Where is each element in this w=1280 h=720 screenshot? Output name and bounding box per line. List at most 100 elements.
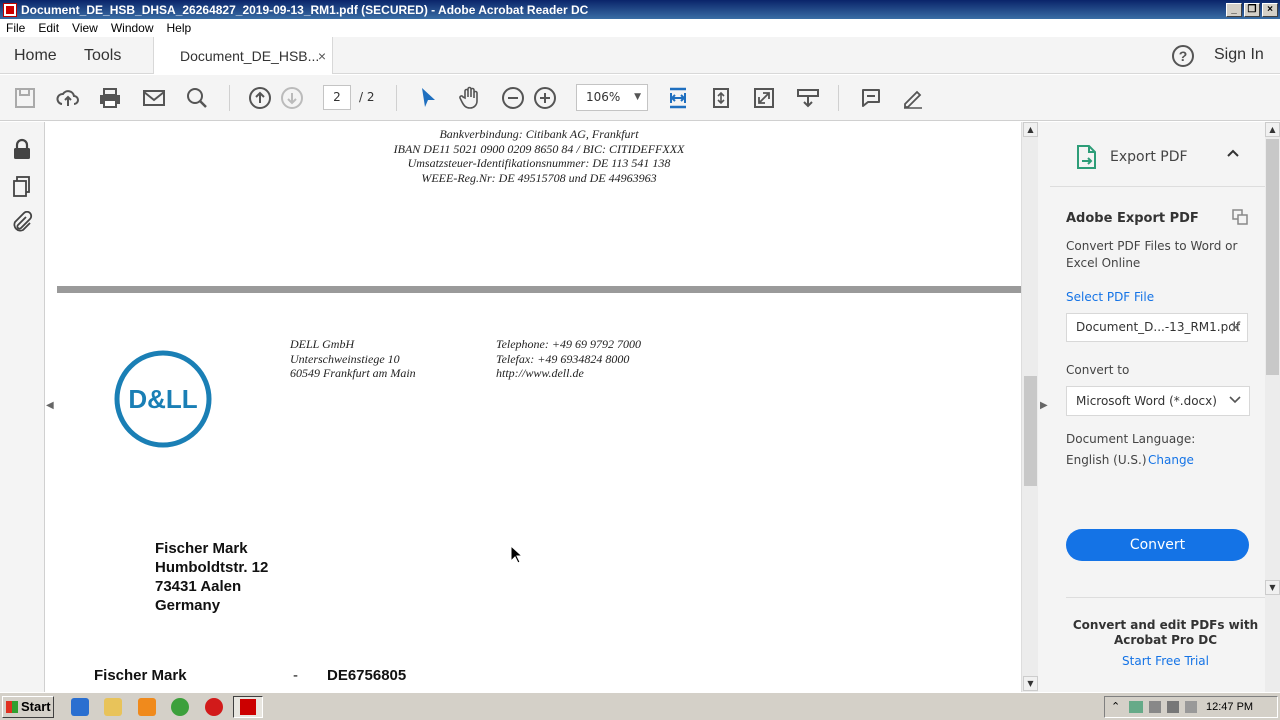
scroll-up-icon[interactable]: ▲: [1265, 122, 1280, 137]
sign-in-link[interactable]: Sign In: [1214, 46, 1264, 64]
chevron-up-icon[interactable]: [1226, 146, 1240, 162]
company-name: DELL GmbH: [290, 337, 355, 351]
ie-icon[interactable]: [71, 698, 89, 716]
export-pdf-title: Export PDF: [1110, 149, 1188, 165]
opera-icon[interactable]: [205, 698, 223, 716]
zoom-out-icon[interactable]: [501, 86, 525, 110]
acrobat-icon: [240, 699, 256, 715]
change-language-link[interactable]: Change: [1148, 453, 1194, 467]
update-icon[interactable]: [1149, 701, 1161, 713]
menu-edit[interactable]: Edit: [32, 21, 66, 35]
volume-icon[interactable]: [1167, 701, 1179, 713]
export-pdf-icon: [1076, 144, 1098, 170]
fullscreen-icon[interactable]: [752, 86, 776, 110]
promo-text: Convert and edit PDFs with Acrobat Pro D…: [1072, 618, 1259, 647]
power-icon[interactable]: [1185, 701, 1197, 713]
chevron-down-icon: ▼: [634, 92, 641, 102]
left-rail: [0, 122, 45, 692]
clear-file-icon[interactable]: ×: [1229, 314, 1242, 341]
tab-home[interactable]: Home: [14, 47, 57, 65]
page-number-input[interactable]: 2: [323, 85, 351, 110]
toolbar-separator: [838, 85, 839, 111]
windows-flag-icon: [6, 701, 18, 713]
save-icon[interactable]: [13, 86, 37, 110]
document-viewport[interactable]: Bankverbindung: Citibank AG, Frankfurt I…: [57, 122, 1021, 692]
export-pdf-panel: Export PDF Adobe Export PDF Convert PDF …: [1050, 122, 1265, 692]
collapse-left-rail-icon[interactable]: ◀: [46, 400, 54, 411]
print-icon[interactable]: [98, 86, 122, 110]
search-icon[interactable]: [185, 86, 209, 110]
company-contact: Telephone: +49 69 9792 7000 Telefax: +49…: [496, 337, 641, 381]
start-free-trial-link[interactable]: Start Free Trial: [1066, 654, 1265, 668]
close-window-button[interactable]: ×: [1262, 2, 1278, 17]
zoom-select[interactable]: 106% ▼: [576, 84, 648, 111]
chevron-down-icon: [1229, 387, 1241, 415]
attachment-icon[interactable]: [11, 210, 33, 233]
pages-icon[interactable]: [11, 175, 33, 197]
title-bar: Document_DE_HSB_DHSA_26264827_2019-09-13…: [0, 0, 1280, 19]
close-tab-icon[interactable]: ×: [318, 48, 326, 64]
copy-icon[interactable]: [1232, 209, 1248, 225]
tab-tools[interactable]: Tools: [84, 47, 121, 65]
scroll-up-icon[interactable]: ▲: [1023, 122, 1038, 137]
menu-view[interactable]: View: [66, 21, 105, 35]
scroll-thumb[interactable]: [1024, 376, 1037, 486]
recipient-name: Fischer Mark: [155, 540, 248, 557]
dell-logo-text: D&LL: [128, 384, 197, 414]
upgrade-promo: Convert and edit PDFs with Acrobat Pro D…: [1066, 597, 1265, 692]
menu-window[interactable]: Window: [105, 21, 161, 35]
zoom-in-icon[interactable]: [533, 86, 557, 110]
menu-bar: File Edit View Window Help: [0, 19, 1280, 37]
network-icon[interactable]: [1129, 701, 1143, 713]
upload-icon[interactable]: [56, 86, 80, 110]
reference-number: DE6756805: [327, 667, 407, 684]
recipient-city: 73431 Aalen: [155, 578, 242, 595]
reference-name: Fischer Mark: [94, 667, 187, 684]
comment-icon[interactable]: [859, 86, 883, 110]
start-label: Start: [21, 699, 51, 714]
fit-width-icon[interactable]: [666, 86, 690, 110]
acrobat-task-button[interactable]: [233, 696, 263, 718]
scroll-down-icon[interactable]: ▼: [1023, 676, 1038, 691]
footer-iban: IBAN DE11 5021 0900 0209 8650 84 / BIC: …: [393, 141, 685, 156]
footer-weee: WEEE-Reg.Nr: DE 49515708 und DE 44963963: [421, 170, 657, 185]
convert-button[interactable]: Convert: [1066, 529, 1249, 561]
right-panel-toggle[interactable]: ▶: [1038, 122, 1050, 692]
media-player-icon[interactable]: [138, 698, 156, 716]
menu-file[interactable]: File: [0, 21, 32, 35]
chevron-right-icon: ▶: [1040, 400, 1048, 411]
sign-icon[interactable]: [901, 86, 925, 110]
dell-logo: D&LL: [113, 349, 213, 449]
select-pdf-file-link[interactable]: Select PDF File: [1066, 290, 1154, 304]
page-total: / 2: [359, 90, 375, 104]
chrome-icon[interactable]: [171, 698, 189, 716]
restore-button[interactable]: ❐: [1244, 2, 1260, 17]
scroll-thumb[interactable]: [1266, 139, 1279, 375]
help-icon[interactable]: ?: [1172, 45, 1194, 67]
scroll-down-icon[interactable]: ▼: [1265, 580, 1280, 595]
selected-file-field[interactable]: Document_D...-13_RM1.pdf ×: [1066, 313, 1248, 342]
folder-icon[interactable]: [104, 698, 122, 716]
rotate-icon[interactable]: [709, 86, 733, 110]
menu-help[interactable]: Help: [161, 21, 199, 35]
scroll-mode-icon[interactable]: [796, 86, 820, 110]
lock-icon[interactable]: [11, 138, 33, 160]
panel-scrollbar[interactable]: ▲ ▼: [1265, 122, 1280, 692]
start-button[interactable]: Start: [2, 696, 54, 718]
email-icon[interactable]: [142, 86, 166, 110]
tray-arrow-icon[interactable]: ⌃: [1111, 700, 1120, 713]
export-pdf-header[interactable]: Export PDF: [1050, 122, 1265, 187]
tab-document-label: Document_DE_HSB...: [180, 47, 320, 64]
tab-document[interactable]: Document_DE_HSB... ×: [153, 37, 333, 74]
convert-to-select[interactable]: Microsoft Word (*.docx): [1066, 386, 1250, 416]
clock: 12:47 PM: [1206, 701, 1254, 713]
document-scrollbar[interactable]: ▲ ▼: [1021, 122, 1038, 692]
toolbar-separator: [396, 85, 397, 111]
document-language-value: English (U.S.): [1066, 453, 1147, 467]
select-cursor-icon[interactable]: [416, 86, 440, 110]
footer-bank: Bankverbindung: Citibank AG, Frankfurt: [439, 127, 639, 141]
hand-icon[interactable]: [458, 86, 482, 110]
page-down-icon[interactable]: [280, 86, 304, 110]
minimize-button[interactable]: _: [1226, 2, 1242, 17]
page-up-icon[interactable]: [248, 86, 272, 110]
